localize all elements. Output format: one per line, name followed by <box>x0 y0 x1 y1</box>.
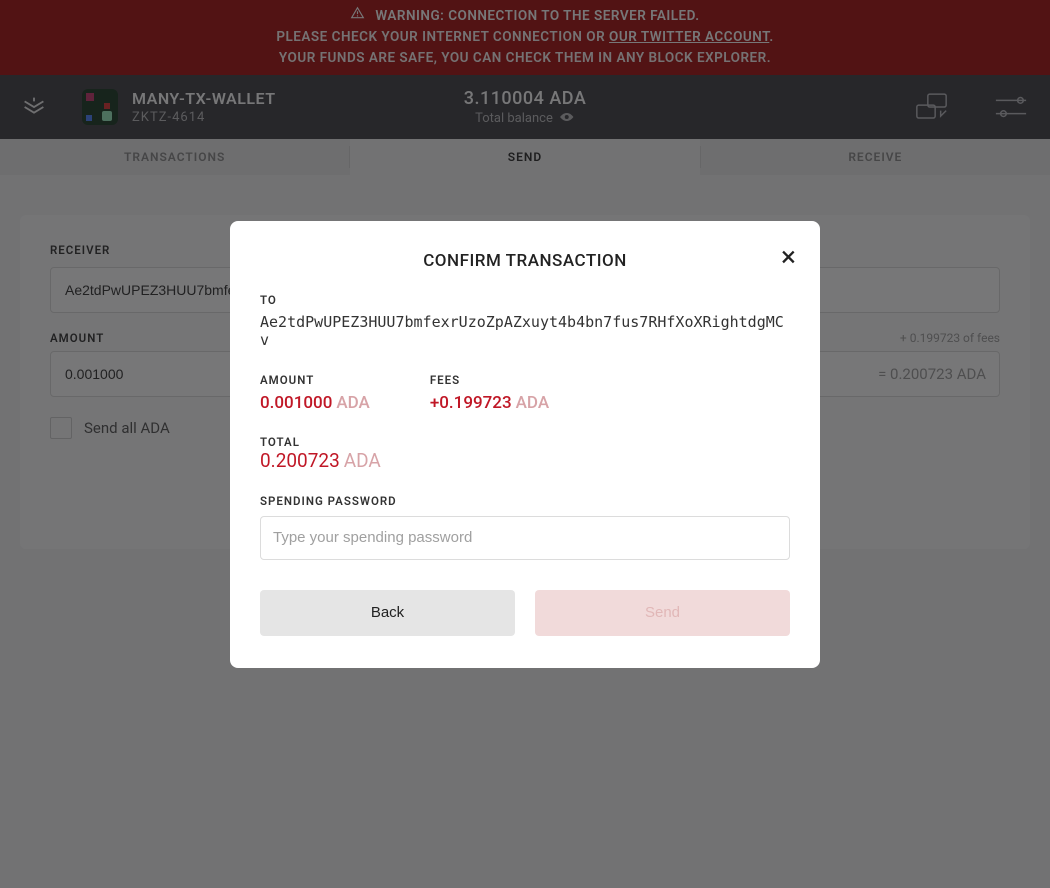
spending-password-input[interactable] <box>260 516 790 560</box>
modal-total-value: 0.200723 <box>260 449 340 472</box>
modal-total-label: TOTAL <box>260 435 790 449</box>
modal-total-currency: ADA <box>344 449 381 472</box>
modal-amount-label: AMOUNT <box>260 373 370 387</box>
close-icon[interactable]: × <box>781 243 796 271</box>
confirm-transaction-modal: CONFIRM TRANSACTION × TO Ae2tdPwUPEZ3HUU… <box>230 221 820 668</box>
modal-fees-currency: ADA <box>516 393 549 413</box>
to-label: TO <box>260 293 790 307</box>
modal-fees-value: +0.199723 <box>430 393 512 413</box>
modal-fees-label: FEES <box>430 373 549 387</box>
modal-title: CONFIRM TRANSACTION <box>260 251 790 271</box>
send-button[interactable]: Send <box>535 590 790 636</box>
modal-amount-currency: ADA <box>336 393 369 413</box>
modal-amount-value: 0.001000 <box>260 393 332 413</box>
spending-password-label: SPENDING PASSWORD <box>260 494 790 508</box>
back-button[interactable]: Back <box>260 590 515 636</box>
to-address: Ae2tdPwUPEZ3HUU7bmfexrUzoZpAZxuyt4b4bn7f… <box>260 313 790 349</box>
modal-overlay: CONFIRM TRANSACTION × TO Ae2tdPwUPEZ3HUU… <box>0 0 1050 888</box>
